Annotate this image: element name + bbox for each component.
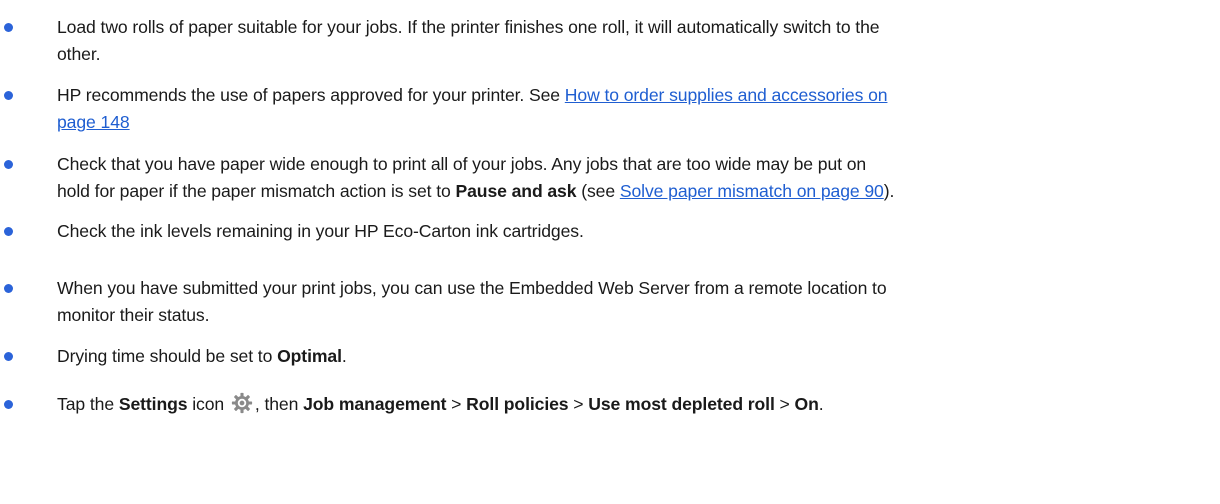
on-label: On	[794, 394, 819, 414]
list-item-text: Load two rolls of paper suitable for you…	[57, 17, 880, 64]
bullet-icon	[4, 23, 13, 32]
pause-and-ask-label: Pause and ask	[455, 181, 577, 201]
list-item-text: Check the ink levels remaining in your H…	[57, 221, 584, 241]
settings-label: Settings	[118, 394, 188, 414]
list-item-text: Tap the Settings icon , then Job managem…	[57, 392, 824, 414]
bullet-icon	[4, 227, 13, 236]
bullet-list: Load two rolls of paper suitable for you…	[0, 0, 1220, 504]
bullet-icon	[4, 352, 13, 361]
bullet-icon	[4, 91, 13, 100]
optimal-label: Optimal	[277, 346, 342, 366]
job-management-label: Job management	[303, 394, 447, 414]
bullet-icon	[4, 160, 13, 169]
list-item-text: Check that you have paper wide enough to…	[57, 154, 895, 201]
list-item-text: HP recommends the use of papers approved…	[57, 85, 888, 132]
list-item-text: Drying time should be set to Optimal.	[57, 346, 347, 366]
bullet-icon	[4, 400, 13, 409]
bullet-icon	[4, 284, 13, 293]
use-most-depleted-roll-label: Use most depleted roll	[588, 394, 775, 414]
list-item-text: When you have submitted your print jobs,…	[57, 278, 887, 325]
gear-icon	[231, 392, 252, 414]
roll-policies-label: Roll policies	[466, 394, 569, 414]
paper-mismatch-link[interactable]: Solve paper mismatch on page 90	[620, 181, 884, 201]
